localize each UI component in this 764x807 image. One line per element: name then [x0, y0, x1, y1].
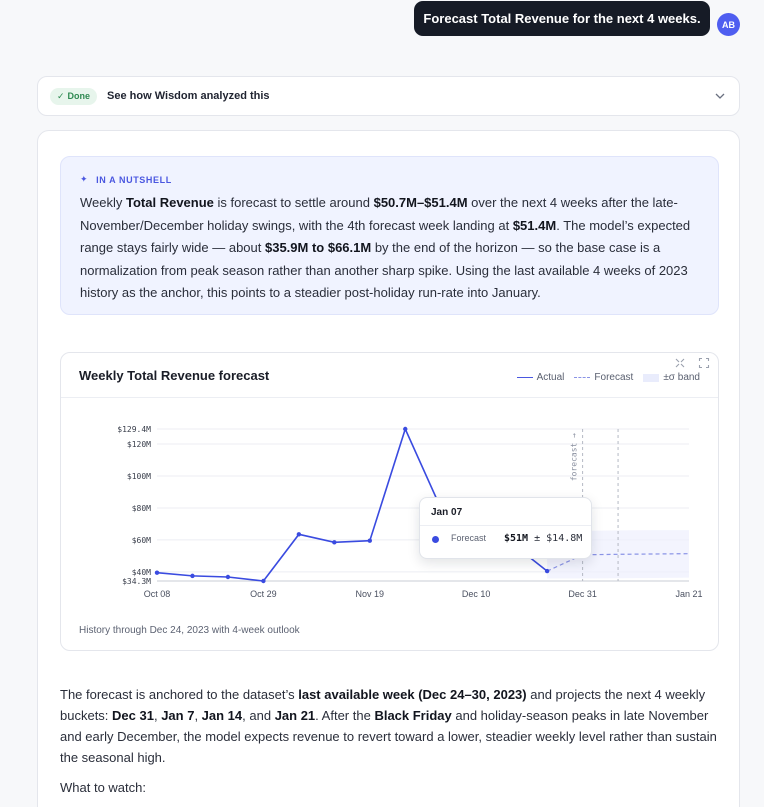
tooltip-value-main: $51M: [504, 533, 529, 544]
legend-band[interactable]: ±σ band: [643, 372, 700, 383]
tooltip-value: $51M ± $14.8M: [504, 533, 582, 544]
chart-card: Weekly Total Revenue forecast Actual For…: [60, 352, 719, 651]
x-tick-label: Jan 21: [675, 589, 702, 599]
body-fragment: Jan 21: [274, 708, 316, 723]
body-fragment: Dec 31: [112, 708, 154, 723]
nutshell-fragment: Total Revenue: [126, 195, 214, 210]
legend-forecast[interactable]: Forecast: [574, 372, 633, 383]
x-tick-label: Dec 10: [462, 589, 491, 599]
chart-tools: [670, 355, 714, 371]
body-fragment: ,: [194, 708, 202, 723]
nutshell-heading: ✦ IN A NUTSHELL: [80, 174, 699, 185]
actual-point[interactable]: [225, 574, 231, 580]
x-tick-label: Dec 31: [568, 589, 597, 599]
y-tick-label: $100M: [127, 472, 151, 481]
nutshell-text: Weekly Total Revenue is forecast to sett…: [80, 192, 699, 305]
analysis-accordion[interactable]: ✓ Done See how Wisdom analyzed this: [37, 76, 740, 116]
legend-band-label: ±σ band: [663, 372, 700, 383]
y-tick-label: $80M: [132, 504, 151, 513]
body-fragment: . After the: [315, 708, 375, 723]
fullscreen-icon[interactable]: [694, 355, 714, 371]
y-tick-label: $129.4M: [117, 425, 151, 434]
y-tick-label: $40M: [132, 568, 151, 577]
nutshell-fragment: $51.4M: [512, 217, 557, 233]
nutshell-heading-text: IN A NUTSHELL: [96, 174, 172, 185]
actual-point[interactable]: [332, 540, 337, 545]
legend-forecast-label: Forecast: [594, 372, 634, 383]
user-message-bubble: Forecast Total Revenue for the next 4 we…: [414, 1, 710, 36]
user-message-text: Forecast Total Revenue for the next 4 we…: [423, 11, 701, 26]
legend-forecast-swatch: [574, 377, 591, 378]
actual-point[interactable]: [190, 573, 195, 579]
collapse-icon[interactable]: [670, 355, 690, 371]
x-tick-label: Oct 08: [144, 589, 171, 599]
tooltip-label: Forecast: [451, 533, 487, 543]
nutshell-summary: ✦ IN A NUTSHELL Weekly Total Revenue is …: [60, 156, 719, 315]
body-fragment: Jan 7: [161, 708, 195, 723]
chevron-down-icon[interactable]: [713, 89, 727, 103]
y-tick-label: $120M: [127, 440, 151, 449]
body-paragraph: The forecast is anchored to the dataset’…: [60, 684, 720, 768]
nutshell-fragment: Weekly: [80, 195, 126, 210]
forecast-marker-label: forecast →: [570, 433, 579, 481]
chart-tooltip: Jan 07 Forecast $51M ± $14.8M: [419, 497, 592, 559]
actual-point[interactable]: [154, 570, 160, 575]
response-card: ✦ IN A NUTSHELL Weekly Total Revenue is …: [37, 130, 740, 807]
actual-point[interactable]: [367, 538, 372, 543]
legend-actual-swatch: [516, 377, 533, 378]
x-tick-label: Nov 19: [356, 589, 385, 599]
nutshell-fragment: is forecast to settle around: [213, 195, 374, 210]
nutshell-fragment: $50.7M–$51.4M: [373, 195, 468, 210]
body-fragment: , and: [242, 708, 275, 723]
legend-actual[interactable]: Actual: [516, 372, 565, 383]
actual-point[interactable]: [261, 578, 266, 584]
legend-band-swatch: [643, 373, 660, 382]
actual-point[interactable]: [296, 532, 302, 537]
body-fragment: Black Friday: [374, 708, 452, 723]
status-badge: ✓ Done: [50, 87, 98, 105]
status-text: Done: [67, 91, 91, 101]
watch-heading: What to watch:: [60, 780, 146, 795]
tooltip-date: Jan 07: [431, 507, 463, 518]
avatar[interactable]: AB: [717, 13, 740, 36]
body-fragment: The forecast is anchored to the dataset’…: [60, 687, 299, 702]
tooltip-value-sigma: ± $14.8M: [534, 533, 583, 544]
nutshell-fragment: $35.9M to $66.1M: [264, 240, 372, 255]
body-fragment: last available week (Dec 24–30, 2023): [298, 687, 527, 702]
revenue-chart[interactable]: $34.3M$40M $60M $80M $100M $120M $129.4M Oct 0…: [61, 398, 719, 610]
legend-actual-label: Actual: [536, 372, 565, 383]
chart-footer: History through Dec 24, 2023 with 4-week…: [79, 625, 300, 636]
analysis-label: See how Wisdom analyzed this: [107, 90, 270, 102]
body-fragment: Jan 14: [201, 708, 243, 723]
chart-title: Weekly Total Revenue forecast: [79, 368, 270, 383]
check-icon: ✓: [57, 90, 65, 101]
x-tick-label: Oct 29: [250, 589, 277, 599]
y-tick-label: $34.3M: [122, 577, 151, 586]
tooltip-divider: [420, 525, 591, 526]
chart-legend: Actual Forecast ±σ band: [516, 372, 700, 383]
actual-point[interactable]: [403, 426, 408, 432]
actual-point[interactable]: [544, 568, 550, 574]
y-tick-label: $60M: [132, 536, 151, 545]
sparkle-icon: ✦: [80, 174, 89, 184]
tooltip-dot: [432, 536, 439, 543]
